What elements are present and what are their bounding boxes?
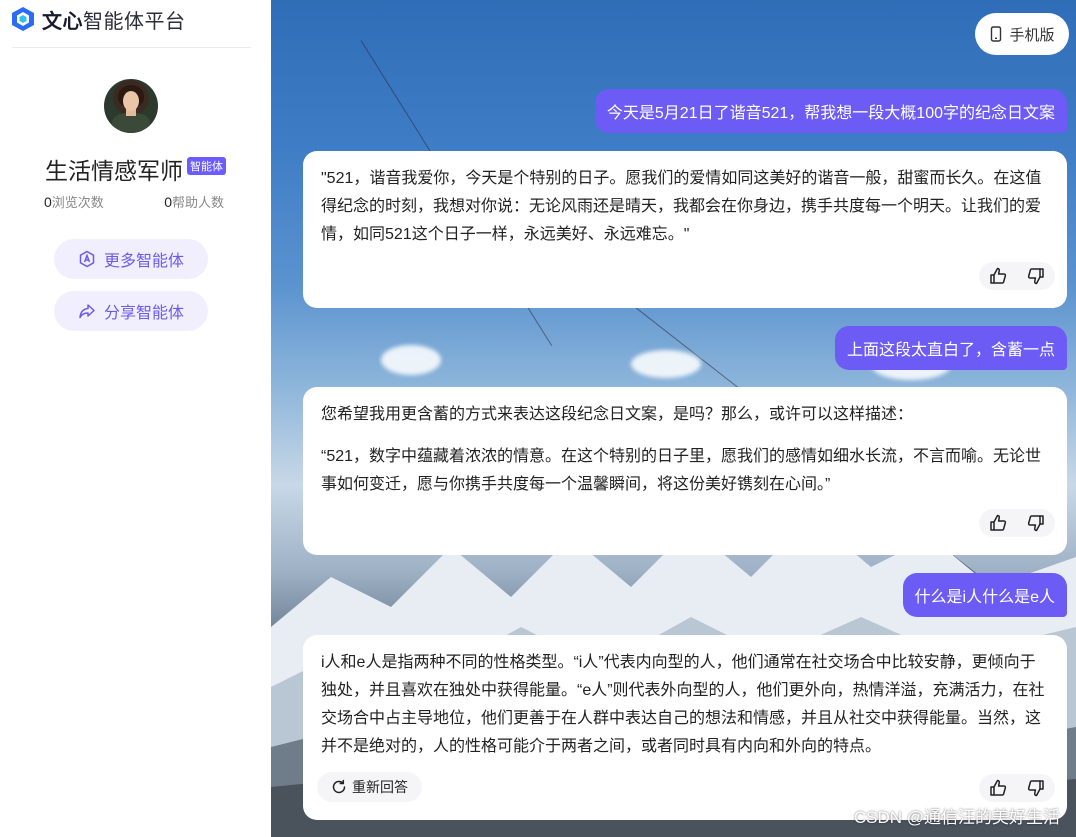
cloud xyxy=(381,345,441,375)
sidebar: 文心智能体平台 生活情感军师 智能体 0浏览次数 0帮助人数 更多智能体 分享智能… xyxy=(0,0,271,837)
agent-stats: 0浏览次数 0帮助人数 xyxy=(44,192,224,211)
views-count: 0 xyxy=(44,194,52,210)
more-agents-button[interactable]: 更多智能体 xyxy=(54,239,208,279)
agent-name: 生活情感军师 xyxy=(45,158,183,184)
wenxin-logo-icon xyxy=(12,7,34,31)
agent-icon xyxy=(79,250,95,268)
avatar xyxy=(104,79,158,133)
stat-views: 0浏览次数 xyxy=(44,192,104,211)
bot-message-text: 您希望我用更含蓄的方式来表达这段纪念日文案，是吗？那么，或许可以这样描述： xyxy=(321,406,914,423)
agent-badge: 智能体 xyxy=(187,157,226,175)
brand-name-bold: 文心 xyxy=(42,10,83,33)
refresh-icon xyxy=(332,779,346,794)
share-agent-label: 分享智能体 xyxy=(103,305,184,322)
thumbs-down-icon[interactable] xyxy=(1026,778,1046,798)
share-agent-button[interactable]: 分享智能体 xyxy=(54,291,208,331)
share-icon xyxy=(79,304,95,319)
chat-area[interactable]: 手机版 今天是5月21日了谐音521，帮我想一段大概100字的纪念日文案 "52… xyxy=(271,0,1076,837)
bot-message-text: i人和e人是指两种不同的性格类型。“i人”代表内向型的人，他们通常在社交场合中比… xyxy=(321,654,1045,755)
feedback-group xyxy=(979,262,1055,290)
sidebar-divider xyxy=(12,47,251,48)
more-agents-label: 更多智能体 xyxy=(103,253,184,270)
feedback-group xyxy=(979,509,1055,537)
phone-icon xyxy=(991,26,1002,42)
thumbs-up-icon[interactable] xyxy=(988,778,1008,798)
regenerate-button[interactable]: 重新回答 xyxy=(317,772,422,802)
bot-message-text: “521，数字中蕴藏着浓浓的情意。在这个特别的日子里，愿我们的感情如细水长流，不… xyxy=(321,448,1042,493)
thumbs-up-icon[interactable] xyxy=(988,266,1008,286)
thumbs-down-icon[interactable] xyxy=(1026,513,1046,533)
user-message: 什么是i人什么是e人 xyxy=(902,573,1067,617)
watermark: CSDN @通信汪的美好生活 xyxy=(853,808,1060,827)
bot-message-text: "521，谐音我爱你，今天是个特别的日子。愿我们的爱情如同这美好的谐音一般，甜蜜… xyxy=(321,170,1042,243)
regenerate-label: 重新回答 xyxy=(352,779,408,795)
bot-message: i人和e人是指两种不同的性格类型。“i人”代表内向型的人，他们通常在社交场合中比… xyxy=(303,635,1067,820)
helped-count: 0 xyxy=(164,194,172,210)
views-label: 浏览次数 xyxy=(51,195,104,210)
bot-message: "521，谐音我爱你，今天是个特别的日子。愿我们的爱情如同这美好的谐音一般，甜蜜… xyxy=(303,151,1067,308)
agent-title: 生活情感军师 智能体 xyxy=(0,152,271,186)
mobile-version-label: 手机版 xyxy=(1009,26,1055,44)
cloud xyxy=(631,350,701,378)
brand-name-rest: 智能体平台 xyxy=(83,10,186,33)
brand[interactable]: 文心智能体平台 xyxy=(10,4,186,34)
brand-name: 文心智能体平台 xyxy=(42,5,186,34)
user-message: 今天是5月21日了谐音521，帮我想一段大概100字的纪念日文案 xyxy=(594,89,1067,133)
mobile-version-button[interactable]: 手机版 xyxy=(975,13,1069,55)
feedback-group xyxy=(979,774,1055,802)
stat-helped: 0帮助人数 xyxy=(164,192,224,211)
thumbs-up-icon[interactable] xyxy=(988,513,1008,533)
thumbs-down-icon[interactable] xyxy=(1026,266,1046,286)
bot-message: 您希望我用更含蓄的方式来表达这段纪念日文案，是吗？那么，或许可以这样描述： “5… xyxy=(303,387,1067,555)
helped-label: 帮助人数 xyxy=(171,195,224,210)
user-message: 上面这段太直白了，含蓄一点 xyxy=(834,326,1067,370)
